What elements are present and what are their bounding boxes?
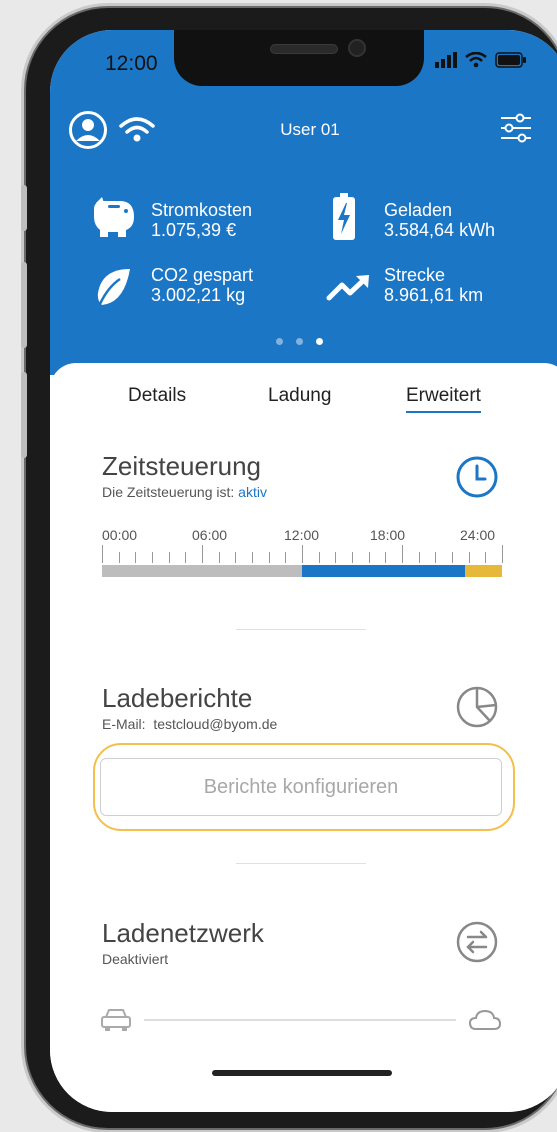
home-indicator[interactable]	[212, 1070, 392, 1076]
clock-icon[interactable]	[455, 455, 499, 499]
header-panel: 12:00 User 01 Stromkosten 1.075,39 € Gel…	[50, 30, 557, 375]
timeline-tick	[402, 545, 403, 563]
zeitsteuerung-subtitle-prefix: Die Zeitsteuerung ist:	[102, 484, 239, 500]
timeline-labels: 00:00 06:00 12:00 18:00 24:00	[102, 527, 502, 543]
timeline-segment[interactable]	[465, 565, 502, 577]
piggy-bank-icon	[94, 197, 134, 237]
timeline-tick	[335, 552, 337, 563]
timeline-tick	[385, 552, 387, 563]
timeline-label: 18:00	[370, 527, 406, 543]
stat-label: Geladen	[384, 200, 453, 220]
stat-label: Stromkosten	[151, 200, 253, 220]
signal-icon	[435, 52, 457, 68]
timeline-tick	[485, 552, 487, 563]
stat-stromkosten: Stromkosten 1.075,39 €	[151, 200, 252, 240]
timeline-segment[interactable]	[302, 565, 466, 577]
timeline-label: 06:00	[192, 527, 228, 543]
pie-chart-icon[interactable]	[455, 685, 499, 729]
timeline-tick	[102, 545, 103, 563]
timeline-label: 00:00	[102, 527, 138, 543]
timeline-tick	[152, 552, 153, 563]
page-dot[interactable]	[296, 338, 303, 345]
timeline-label: 24:00	[460, 527, 496, 543]
exchange-arrows-icon[interactable]	[455, 920, 499, 964]
speaker	[270, 44, 338, 54]
ladeberichte-title: Ladeberichte	[102, 683, 253, 713]
zeitsteuerung-subtitle: Die Zeitsteuerung ist: aktiv	[102, 484, 267, 500]
ladenetzwerk-subtitle: Deaktiviert	[102, 951, 169, 967]
page-dot-active[interactable]	[316, 338, 323, 345]
side-button	[21, 372, 27, 458]
timeline-tick	[118, 552, 120, 563]
device-mockup: 12:00 User 01 Stromkosten 1.075,39 € Gel…	[0, 0, 557, 1132]
status-icons	[435, 52, 527, 68]
timeline-segment[interactable]	[102, 565, 302, 577]
side-button	[21, 262, 27, 348]
carousel-pagination[interactable]	[276, 338, 323, 345]
notch	[174, 30, 424, 86]
timeline-tick	[135, 552, 137, 563]
page-dot[interactable]	[276, 338, 283, 345]
stat-value: 3.002,21 kg	[151, 285, 246, 305]
timeline-tick	[368, 552, 370, 563]
stat-geladen: Geladen 3.584,64 kWh	[384, 200, 495, 240]
stat-value: 3.584,64 kWh	[384, 220, 496, 240]
timeline-tick	[218, 552, 220, 563]
configure-reports-button[interactable]: Berichte konfigurieren	[100, 758, 502, 816]
stat-label: CO2 gespart	[151, 265, 254, 285]
phone-screen: 12:00 User 01 Stromkosten 1.075,39 € Gel…	[50, 30, 557, 1112]
zeitsteuerung-status[interactable]: aktiv	[238, 484, 267, 500]
section-divider	[236, 863, 366, 864]
wifi-status-icon	[465, 52, 487, 68]
timeline-tick	[502, 545, 503, 563]
timeline-tick	[168, 552, 170, 563]
trend-up-icon	[326, 275, 369, 301]
tab-erweitert[interactable]: Erweitert	[406, 385, 481, 413]
section-divider	[236, 629, 366, 630]
settings-sliders-icon[interactable]	[498, 110, 534, 146]
network-connection-line	[144, 1019, 456, 1021]
timeline-tick	[418, 552, 420, 563]
email-value: testcloud@byom.de	[153, 716, 278, 732]
tab-details[interactable]: Details	[128, 385, 186, 407]
timeline-tick	[235, 552, 237, 563]
timeline-tick	[268, 552, 270, 563]
timeline-tick	[185, 552, 187, 563]
timeline-tick	[318, 552, 320, 563]
front-camera	[348, 39, 366, 57]
user-name: User 01	[280, 120, 340, 139]
timeline-tick	[352, 552, 353, 563]
battery-charging-icon	[333, 193, 355, 240]
stat-value: 8.961,61 km	[384, 285, 484, 305]
ladenetzwerk-title: Ladenetzwerk	[102, 918, 264, 948]
timeline-ticks	[102, 545, 503, 563]
stat-co2: CO2 gespart 3.002,21 kg	[151, 265, 253, 305]
stat-value: 1.075,39 €	[151, 220, 237, 240]
stat-label: Strecke	[384, 265, 446, 285]
timeline-tick	[202, 545, 203, 563]
stat-strecke: Strecke 8.961,61 km	[384, 265, 483, 305]
timeline-tick	[252, 552, 253, 563]
timeline-tick	[435, 552, 437, 563]
timeline-tick	[302, 545, 303, 563]
battery-status-icon	[495, 52, 526, 68]
zeitsteuerung-title: Zeitsteuerung	[102, 451, 261, 481]
cloud-icon	[468, 1009, 502, 1030]
ladeberichte-email-line: E-Mail: testcloud@byom.de	[102, 716, 277, 732]
side-button	[21, 185, 27, 231]
email-label: E-Mail:	[102, 716, 146, 732]
timeline-tick	[285, 552, 287, 563]
tab-ladung[interactable]: Ladung	[268, 385, 331, 407]
content-sheet: Details Ladung Erweitert Zeitsteuerung D…	[50, 363, 557, 1112]
timeline-tick	[468, 552, 470, 563]
car-icon	[101, 1009, 131, 1031]
leaf-icon	[97, 269, 130, 305]
status-time: 12:00	[105, 52, 158, 75]
timeline-tick	[452, 552, 453, 563]
timeline-label: 12:00	[284, 527, 320, 543]
